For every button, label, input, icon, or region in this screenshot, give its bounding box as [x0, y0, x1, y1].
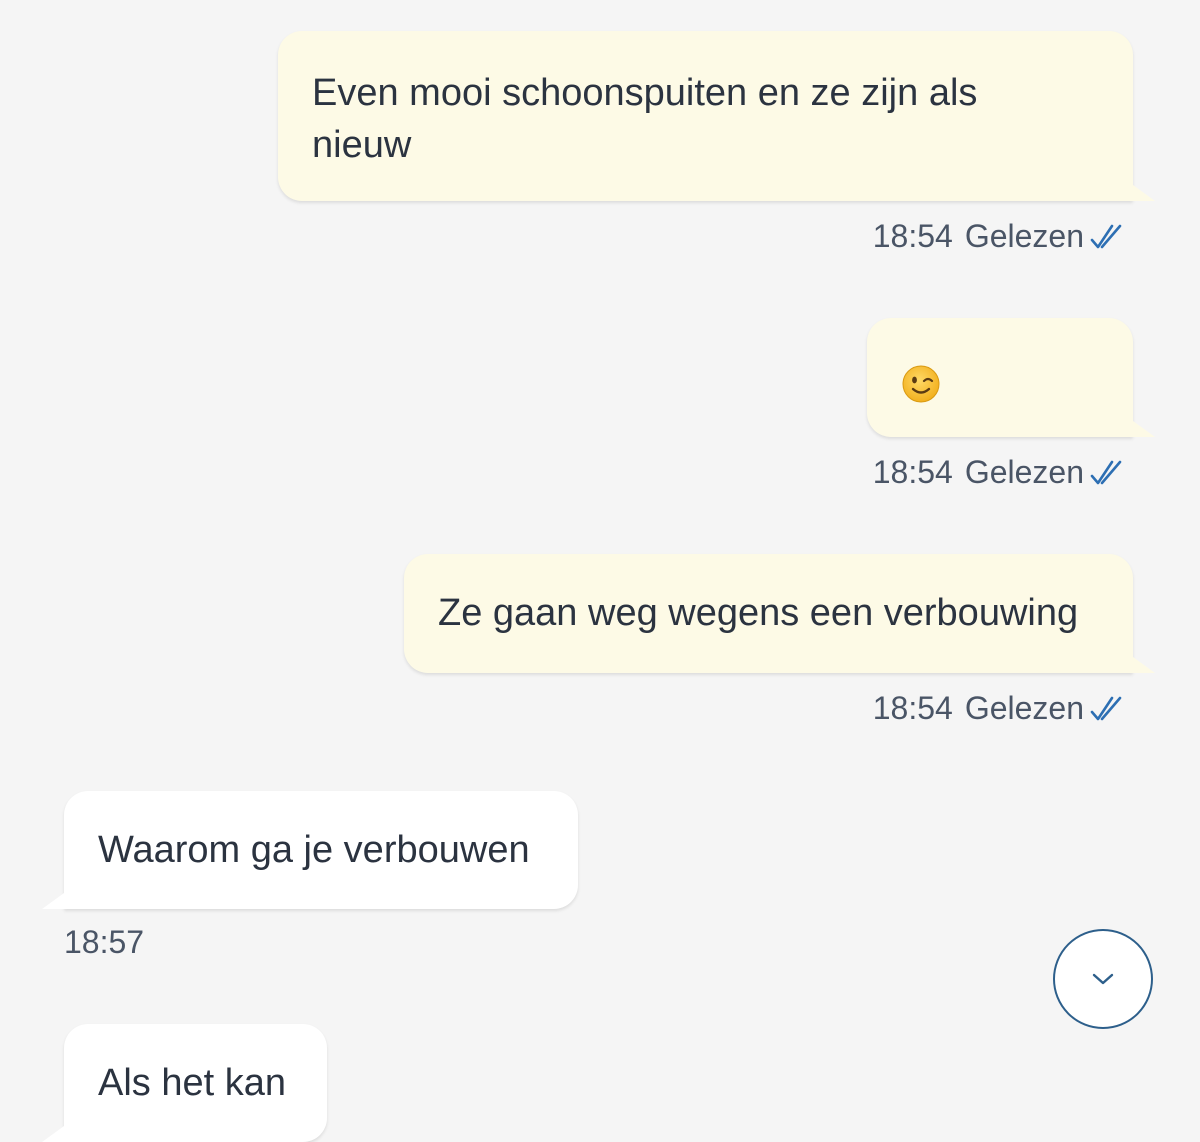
scroll-to-bottom-button[interactable]: [1053, 929, 1153, 1029]
read-status: Gelezen: [964, 218, 1084, 254]
message-time: 18:54: [872, 690, 953, 726]
outgoing-message-bubble[interactable]: Ze gaan weg wegens een verbouwing: [404, 554, 1155, 673]
message-time: 18:54: [872, 454, 953, 490]
incoming-message-bubble[interactable]: Als het kan: [42, 1024, 327, 1142]
incoming-message-bubble[interactable]: Waarom ga je verbouwen: [42, 791, 578, 909]
read-status: Gelezen: [964, 454, 1084, 490]
outgoing-message-bubble[interactable]: [867, 318, 1155, 437]
double-check-icon: [1090, 224, 1122, 248]
double-check-icon: [1090, 696, 1122, 720]
outgoing-message-bubble[interactable]: Even mooi schoonspuiten en ze zijn als n…: [278, 31, 1155, 201]
message-meta: 18:54 Gelezen: [873, 454, 1128, 491]
read-status: Gelezen: [964, 690, 1084, 726]
chevron-down-icon: [1092, 973, 1114, 985]
message-time: 18:57: [64, 924, 145, 960]
message-meta: 18:54 Gelezen: [873, 218, 1128, 255]
double-check-icon: [1090, 460, 1122, 484]
message-text: Waarom ga je verbouwen: [98, 829, 530, 871]
message-text: Even mooi schoonspuiten en ze zijn als n…: [312, 72, 978, 166]
winking-face-emoji: [902, 365, 940, 403]
message-meta: 18:54 Gelezen: [873, 690, 1128, 727]
message-text: Ze gaan weg wegens een verbouwing: [438, 592, 1079, 634]
message-meta: 18:57: [64, 924, 144, 961]
message-text: Als het kan: [98, 1062, 286, 1104]
message-time: 18:54: [872, 218, 953, 254]
